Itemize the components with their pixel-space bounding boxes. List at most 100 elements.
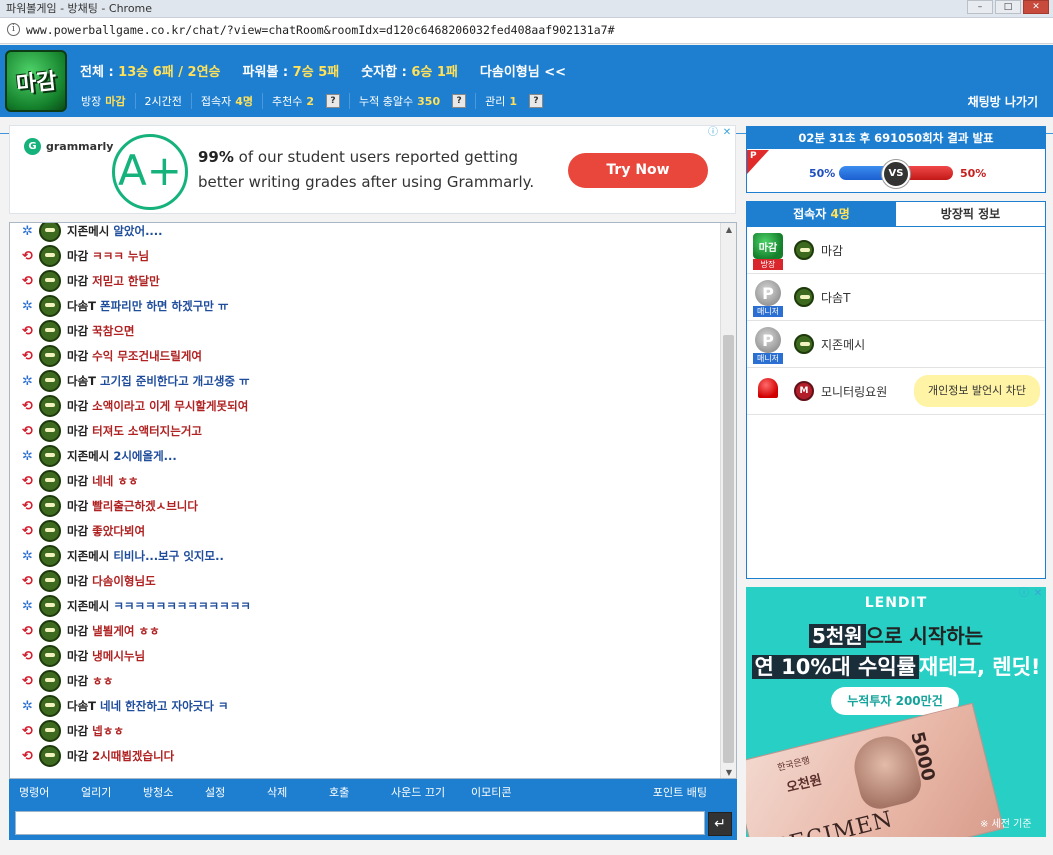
try-now-button[interactable]: Try Now (568, 153, 708, 188)
message-text: 네네 ㅎㅎ (92, 474, 139, 488)
avatar[interactable] (39, 370, 61, 392)
avatar[interactable] (39, 223, 61, 242)
toolbar-button[interactable]: 사운드 끄기 (381, 784, 461, 800)
toolbar-button[interactable]: 삭제 (257, 784, 319, 800)
send-icon[interactable]: ↵ (708, 812, 732, 836)
user-row[interactable]: 마감 방장 마감 (747, 227, 1045, 274)
chat-log[interactable]: ✲ 지존메시 알았어.... ⟲ 마감 ㅋㅋㅋ 누님 ⟲ 마감 저믿고 한달만 ✲ 다솜T 폰파리만 … (9, 222, 737, 779)
message-list: ✲ 지존메시 알았어.... ⟲ 마감 ㅋㅋㅋ 누님 ⟲ 마감 저믿고 한달만 ✲ 다솜T 폰파리만 … (10, 223, 722, 778)
message-nick[interactable]: 마감 (67, 523, 88, 539)
stat-note: 다솜이형님 << (479, 65, 567, 80)
message-nick[interactable]: 지존메시 (67, 548, 109, 564)
user-row[interactable]: M 모니터링요원 개인정보 발언시 차단 (747, 368, 1045, 415)
avatar[interactable] (39, 570, 61, 592)
help-icon[interactable]: ? (529, 94, 544, 108)
avatar[interactable] (39, 520, 61, 542)
avatar[interactable] (39, 620, 61, 642)
message-nick[interactable]: 마감 (67, 498, 88, 514)
message-nick[interactable]: 다솜T (67, 298, 96, 314)
avatar[interactable] (39, 595, 61, 617)
help-icon[interactable]: ? (326, 94, 341, 108)
info-icon[interactable]: i (7, 23, 20, 36)
message-nick[interactable]: 지존메시 (67, 598, 109, 614)
toolbar-button[interactable]: 설정 (195, 784, 257, 800)
message-nick[interactable]: 다솜T (67, 373, 96, 389)
message-text: ㅋㅋㅋ 누님 (92, 249, 150, 263)
avatar[interactable] (39, 245, 61, 267)
avatar[interactable] (39, 445, 61, 467)
point-bet-button[interactable]: 포인트 배팅 (643, 784, 737, 800)
message-nick[interactable]: 마감 (67, 248, 88, 264)
chat-input[interactable] (15, 811, 705, 835)
toolbar-button[interactable]: 방청소 (133, 784, 195, 800)
avatar[interactable] (39, 320, 61, 342)
scroll-down-icon[interactable]: ▼ (721, 766, 736, 778)
avatar[interactable] (39, 720, 61, 742)
message-nick[interactable]: 마감 (67, 398, 88, 414)
red-team-icon: ⟲ (22, 723, 33, 739)
help-icon[interactable]: ? (452, 94, 467, 108)
message-nick[interactable]: 지존메시 (67, 223, 109, 239)
message-nick[interactable]: 마감 (67, 573, 88, 589)
toolbar-button[interactable]: 명령어 (9, 784, 71, 800)
message-nick[interactable]: 마감 (67, 648, 88, 664)
chat-message: ⟲ 마감 저믿고 한달만 (20, 270, 160, 292)
message-nick[interactable]: 마감 (67, 273, 88, 289)
scroll-thumb[interactable] (723, 335, 734, 763)
tab-users[interactable]: 접속자 4명 (747, 202, 896, 227)
ad-choices[interactable]: ⓘ ✕ (707, 127, 733, 139)
toolbar-button[interactable]: 이모티콘 (461, 784, 541, 800)
message-nick[interactable]: 마감 (67, 748, 88, 764)
message-nick[interactable]: 마감 (67, 673, 88, 689)
maximize-icon[interactable]: □ (995, 0, 1021, 14)
message-text: 고기집 준비한다고 개고생중 ㅠ (100, 374, 250, 388)
avatar[interactable] (39, 395, 61, 417)
avatar[interactable] (39, 495, 61, 517)
toolbar-button[interactable]: 호출 (319, 784, 381, 800)
user-row[interactable]: P 매니저 지존메시 (747, 321, 1045, 368)
chat-scrollbar[interactable]: ▲ ▼ (720, 223, 736, 778)
ad-choices[interactable]: ⓘ ✕ (1018, 588, 1044, 600)
lendit-ad[interactable]: LENDIT 5천원 으로 시작하는 연 10%대 수익률 재테크, 렌딧! 누적투… (746, 587, 1046, 837)
chat-message: ⟲ 마감 네네 ㅎㅎ (20, 470, 139, 492)
minimize-icon[interactable]: – (967, 0, 993, 14)
exit-room-button[interactable]: 채팅방 나가기 (968, 93, 1038, 110)
round-countdown: 02분 31초 후 691050회차 결과 발표 (747, 127, 1045, 149)
message-nick[interactable]: 마감 (67, 723, 88, 739)
url-text[interactable]: www.powerballgame.co.kr/chat/?view=chatR… (26, 23, 615, 37)
user-name[interactable]: 다솜T (821, 289, 850, 306)
message-text: 좋았다뵈여 (92, 524, 146, 538)
message-nick[interactable]: 마감 (67, 423, 88, 439)
red-team-icon: ⟲ (22, 273, 33, 289)
avatar[interactable] (39, 295, 61, 317)
avatar[interactable] (39, 470, 61, 492)
user-name[interactable]: 모니터링요원 (821, 383, 887, 400)
chat-message: ⟲ 마감 냉메시누님 (20, 645, 145, 667)
tab-owner-pick[interactable]: 방장픽 정보 (896, 202, 1045, 227)
avatar[interactable] (39, 420, 61, 442)
user-name[interactable]: 지존메시 (821, 336, 865, 353)
avatar[interactable] (39, 270, 61, 292)
avatar[interactable] (39, 745, 61, 767)
message-nick[interactable]: 마감 (67, 623, 88, 639)
user-row[interactable]: P 매니저 다솜T (747, 274, 1045, 321)
avatar[interactable] (39, 345, 61, 367)
message-nick[interactable]: 마감 (67, 473, 88, 489)
message-nick[interactable]: 다솜T (67, 698, 96, 714)
message-nick[interactable]: 마감 (67, 348, 88, 364)
avatar[interactable] (39, 545, 61, 567)
close-icon[interactable]: ✕ (1023, 0, 1049, 14)
avatar[interactable] (39, 645, 61, 667)
adchoices-icon: ⓘ (708, 127, 718, 138)
avatar[interactable] (39, 695, 61, 717)
scroll-up-icon[interactable]: ▲ (721, 223, 736, 237)
user-name[interactable]: 마감 (821, 242, 843, 259)
left-percent: 50% (809, 167, 836, 180)
message-nick[interactable]: 지존메시 (67, 448, 109, 464)
red-team-icon: ⟲ (22, 673, 33, 689)
user-panel: 접속자 4명 방장픽 정보 마감 방장 마감 P 매니저 다솜T P 매니저 지존메시 M 모니터링… (746, 201, 1046, 579)
toolbar-button[interactable]: 얼리기 (71, 784, 133, 800)
avatar[interactable] (39, 670, 61, 692)
grammarly-ad[interactable]: Ggrammarly A+ 99% of our student users r… (9, 125, 736, 214)
message-nick[interactable]: 마감 (67, 323, 88, 339)
